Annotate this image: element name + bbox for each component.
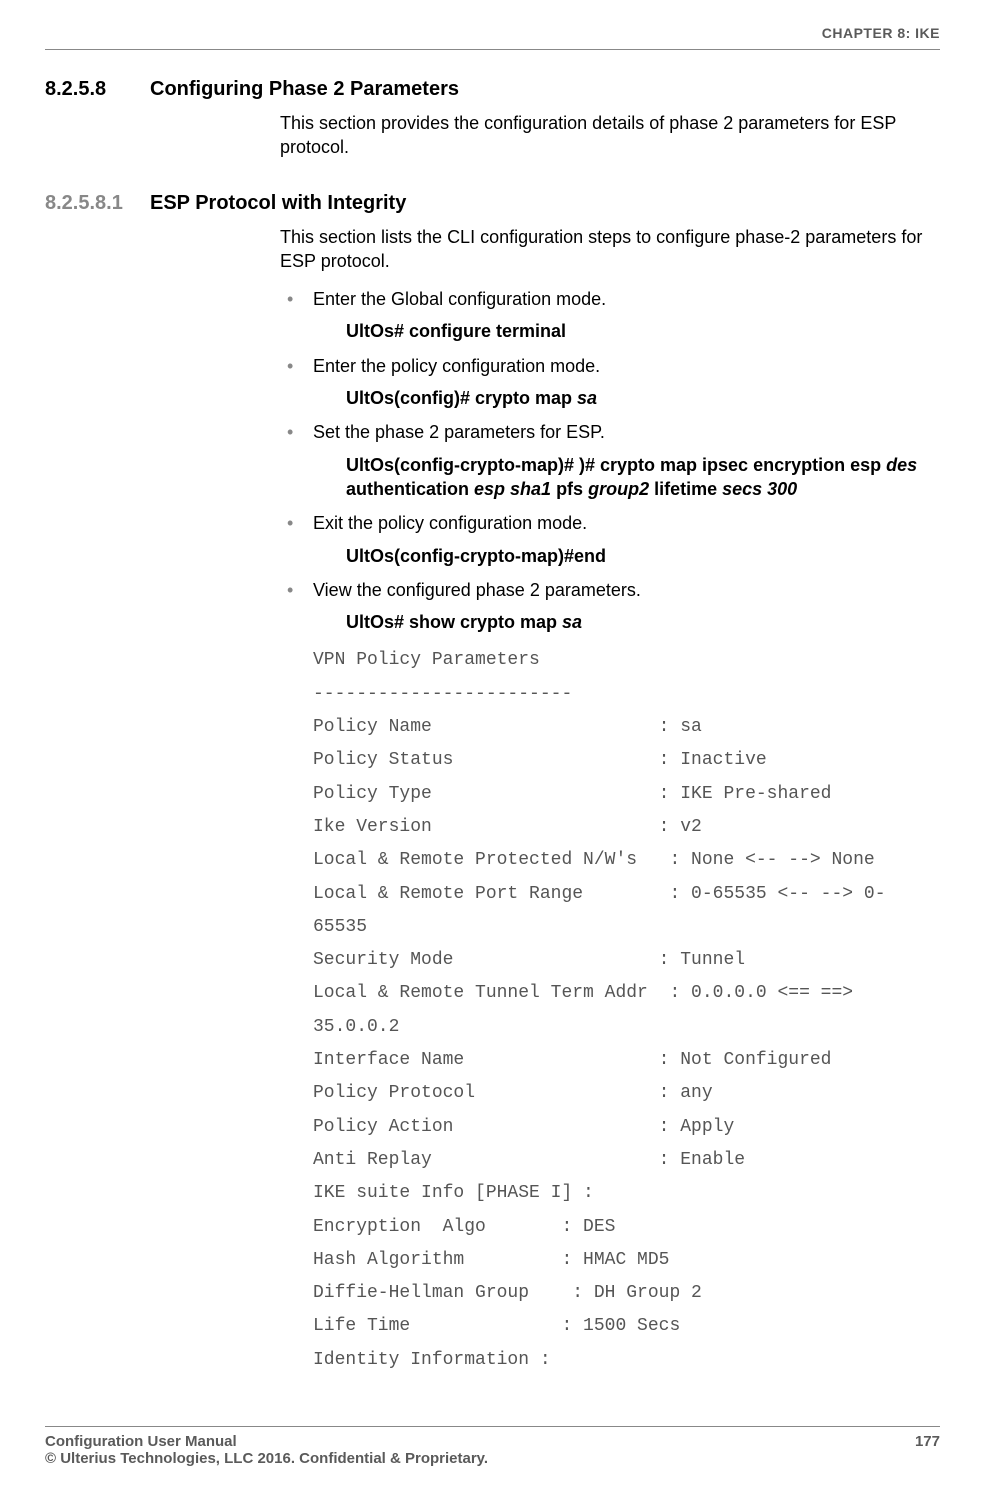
list-item: Set the phase 2 parameters for ESP. UltO… xyxy=(280,420,940,501)
cmd-arg: sa xyxy=(577,388,597,408)
page-number: 177 xyxy=(915,1433,940,1467)
step-text: View the configured phase 2 parameters. xyxy=(313,580,641,600)
chapter-header: CHAPTER 8: IKE xyxy=(45,25,940,41)
cmd-text: UltOs(config)# crypto map xyxy=(346,388,577,408)
cli-command: UltOs(config)# crypto map sa xyxy=(346,386,940,410)
cli-command: UltOs# show crypto map sa xyxy=(346,610,940,634)
cmd-text: pfs xyxy=(551,479,588,499)
step-text: Set the phase 2 parameters for ESP. xyxy=(313,422,605,442)
cmd-text: UltOs# show crypto map xyxy=(346,612,562,632)
subsection-intro: This section lists the CLI configuration… xyxy=(280,225,940,274)
footer-rule xyxy=(45,1426,940,1427)
list-item: Exit the policy configuration mode. UltO… xyxy=(280,511,940,568)
footer-title: Configuration User Manual xyxy=(45,1433,488,1450)
list-item: Enter the policy configuration mode. Ult… xyxy=(280,354,940,411)
cli-command: UltOs(config-crypto-map)# )# crypto map … xyxy=(346,453,940,502)
cmd-arg: group2 xyxy=(588,479,649,499)
section-number: 8.2.5.8 xyxy=(45,78,150,101)
subsection-title: ESP Protocol with Integrity xyxy=(150,192,406,215)
footer-left: Configuration User Manual © Ulterius Tec… xyxy=(45,1433,488,1467)
cmd-arg: secs 300 xyxy=(722,479,797,499)
cmd-text: UltOs# configure terminal xyxy=(346,321,566,341)
list-item: Enter the Global configuration mode. Ult… xyxy=(280,287,940,344)
subsection-body: This section lists the CLI configuration… xyxy=(280,225,940,1377)
section-title: Configuring Phase 2 Parameters xyxy=(150,78,459,101)
footer-copyright: © Ulterius Technologies, LLC 2016. Confi… xyxy=(45,1450,488,1467)
list-item: View the configured phase 2 parameters. … xyxy=(280,578,940,635)
header-rule xyxy=(45,49,940,50)
section-intro: This section provides the configuration … xyxy=(280,111,940,160)
page-footer: Configuration User Manual © Ulterius Tec… xyxy=(45,1426,940,1467)
cmd-arg: sa xyxy=(562,612,582,632)
cli-command: UltOs# configure terminal xyxy=(346,319,940,343)
cmd-text: UltOs(config-crypto-map)#end xyxy=(346,546,606,566)
subsection-heading: 8.2.5.8.1 ESP Protocol with Integrity xyxy=(45,192,940,215)
cmd-text: authentication xyxy=(346,479,474,499)
cmd-text: UltOs(config-crypto-map)# )# crypto map … xyxy=(346,455,886,475)
cli-output: VPN Policy Parameters ------------------… xyxy=(313,644,940,1377)
cli-command: UltOs(config-crypto-map)#end xyxy=(346,544,940,568)
section-heading: 8.2.5.8 Configuring Phase 2 Parameters xyxy=(45,78,940,101)
step-text: Enter the policy configuration mode. xyxy=(313,356,600,376)
step-list: Enter the Global configuration mode. Ult… xyxy=(280,287,940,634)
cmd-arg: esp sha1 xyxy=(474,479,551,499)
step-text: Exit the policy configuration mode. xyxy=(313,513,587,533)
intro-paragraph: This section provides the configuration … xyxy=(280,111,940,160)
cmd-text: lifetime xyxy=(649,479,722,499)
cmd-arg: des xyxy=(886,455,917,475)
step-text: Enter the Global configuration mode. xyxy=(313,289,606,309)
subsection-number: 8.2.5.8.1 xyxy=(45,192,150,215)
